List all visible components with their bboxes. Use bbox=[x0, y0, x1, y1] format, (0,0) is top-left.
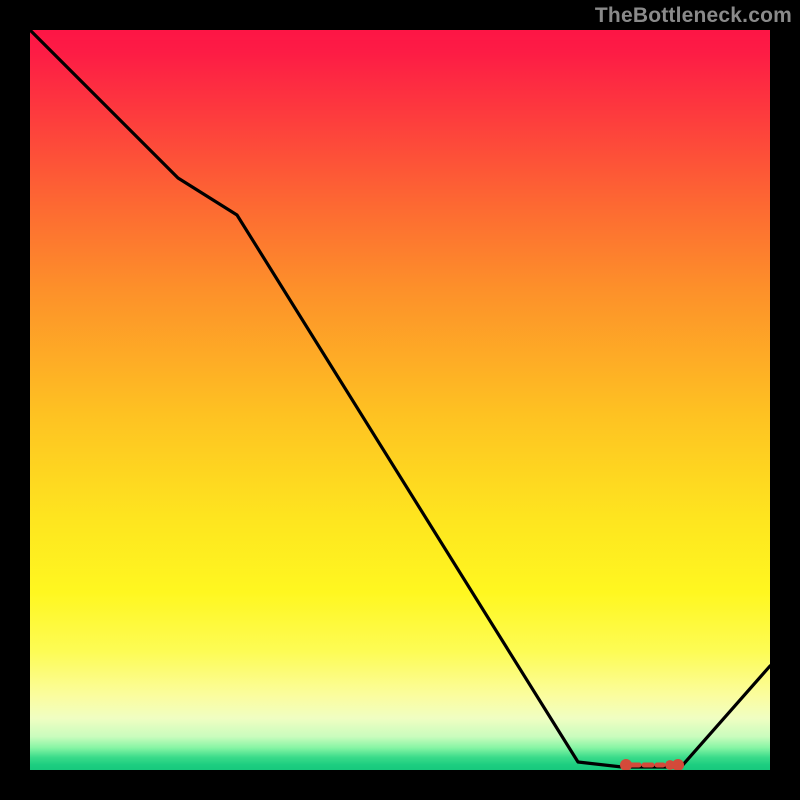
watermark-text: TheBottleneck.com bbox=[595, 4, 792, 28]
plot-area bbox=[30, 30, 770, 770]
chart-frame: TheBottleneck.com bbox=[0, 0, 800, 800]
chart-overlay bbox=[30, 30, 770, 770]
bottleneck-curve-line bbox=[30, 30, 770, 767]
marker-cluster bbox=[623, 762, 682, 769]
